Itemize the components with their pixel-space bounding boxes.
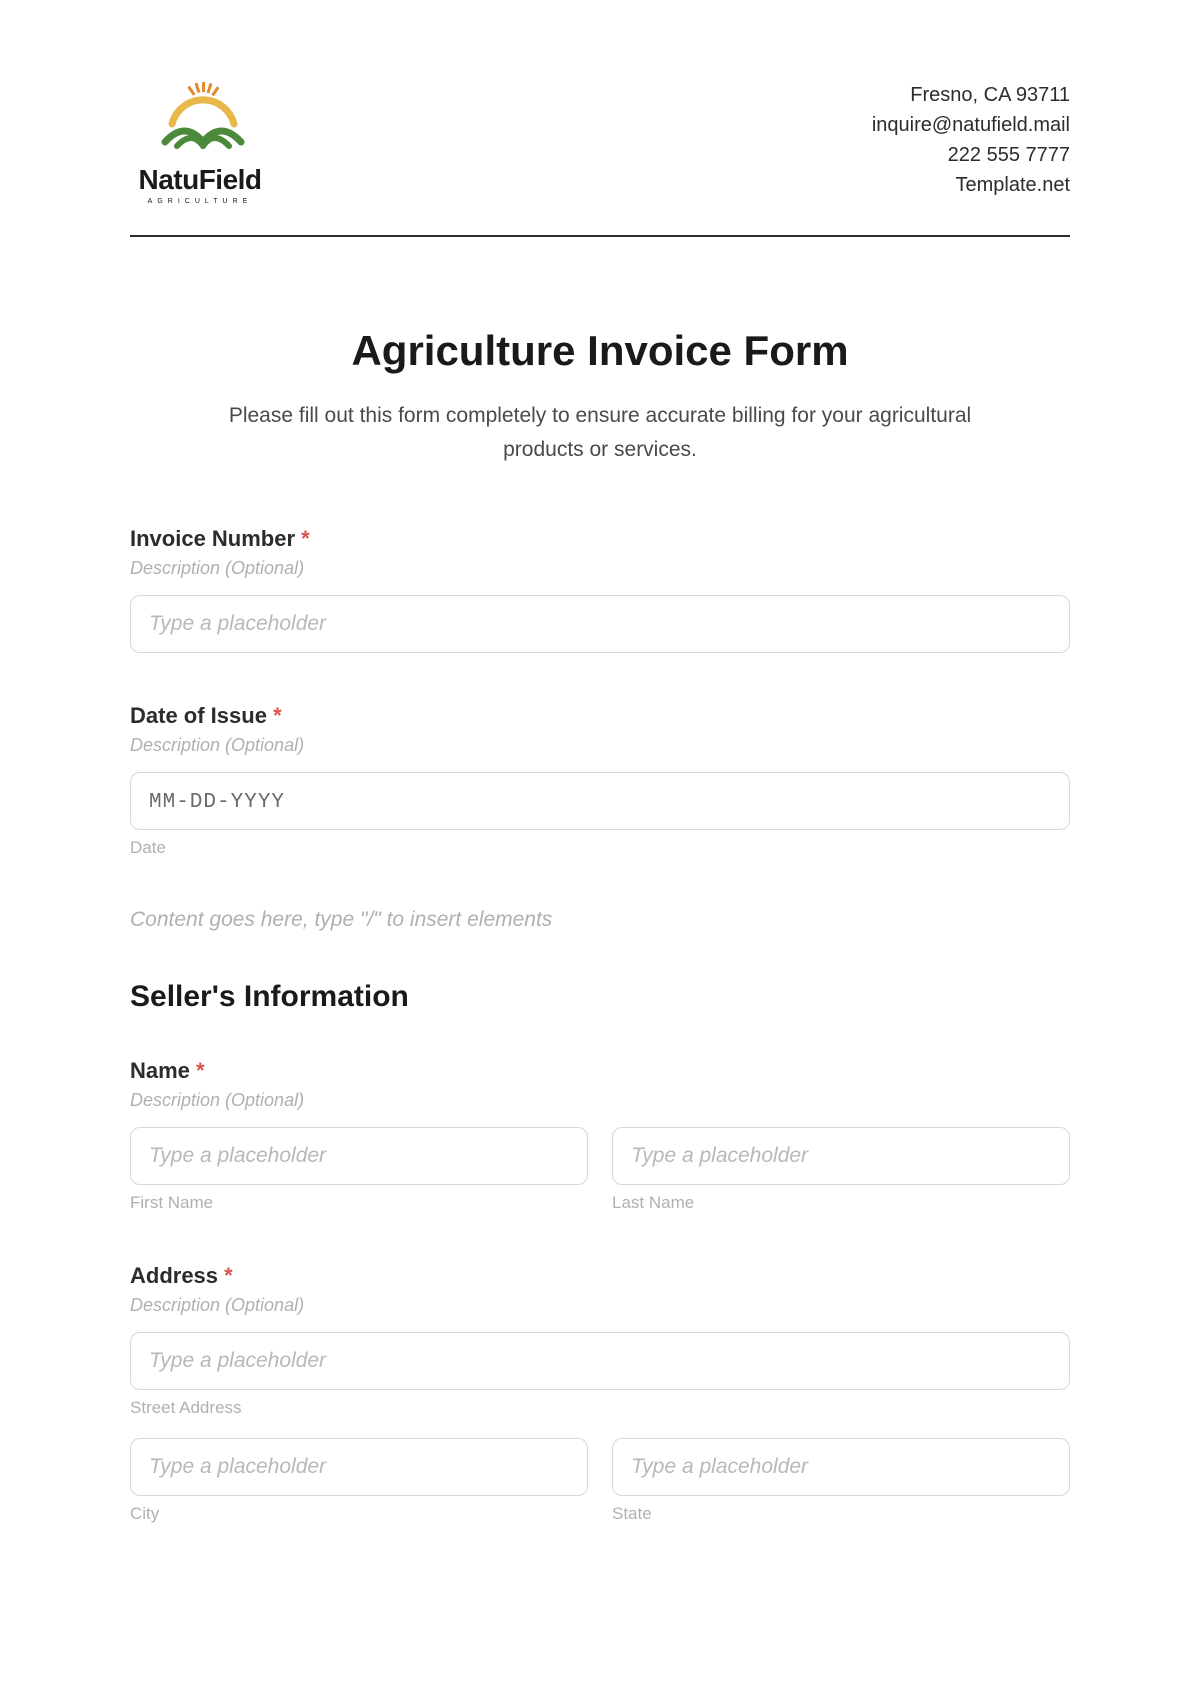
date-sublabel: Date xyxy=(130,838,1070,858)
state-input[interactable] xyxy=(612,1438,1070,1496)
street-sublabel: Street Address xyxy=(130,1398,1070,1418)
contact-phone: 222 555 7777 xyxy=(872,140,1070,170)
first-name-sublabel: First Name xyxy=(130,1193,588,1213)
contact-info: Fresno, CA 93711 inquire@natufield.mail … xyxy=(872,80,1070,200)
seller-section-heading: Seller's Information xyxy=(130,980,1070,1014)
required-mark: * xyxy=(196,1058,205,1083)
state-sublabel: State xyxy=(612,1504,1070,1524)
contact-site: Template.net xyxy=(872,170,1070,200)
date-input[interactable] xyxy=(130,772,1070,830)
page-header: NatuField AGRICULTURE Fresno, CA 93711 i… xyxy=(130,80,1070,237)
field-invoice-number: Invoice Number * Description (Optional) xyxy=(130,526,1070,653)
required-mark: * xyxy=(301,526,310,551)
address-label: Address * xyxy=(130,1263,1070,1289)
invoice-number-input[interactable] xyxy=(130,595,1070,653)
contact-city: Fresno, CA 93711 xyxy=(872,80,1070,110)
brand-subtitle: AGRICULTURE xyxy=(148,198,253,205)
field-date-of-issue: Date of Issue * Description (Optional) D… xyxy=(130,703,1070,858)
required-mark: * xyxy=(273,703,282,728)
content-insert-hint[interactable]: Content goes here, type "/" to insert el… xyxy=(130,908,1070,932)
logo-icon xyxy=(130,80,270,160)
invoice-number-desc: Description (Optional) xyxy=(130,558,1070,579)
page-subtitle: Please fill out this form completely to … xyxy=(190,399,1010,466)
field-name: Name * Description (Optional) First Name… xyxy=(130,1058,1070,1213)
contact-email: inquire@natufield.mail xyxy=(872,110,1070,140)
required-mark: * xyxy=(224,1263,233,1288)
field-address: Address * Description (Optional) Street … xyxy=(130,1263,1070,1524)
date-desc: Description (Optional) xyxy=(130,735,1070,756)
name-desc: Description (Optional) xyxy=(130,1090,1070,1111)
logo-block: NatuField AGRICULTURE xyxy=(130,80,270,205)
street-address-input[interactable] xyxy=(130,1332,1070,1390)
last-name-sublabel: Last Name xyxy=(612,1193,1070,1213)
page-title: Agriculture Invoice Form xyxy=(130,327,1070,375)
address-desc: Description (Optional) xyxy=(130,1295,1070,1316)
brand-name: NatuField xyxy=(138,164,261,196)
name-label: Name * xyxy=(130,1058,1070,1084)
first-name-input[interactable] xyxy=(130,1127,588,1185)
city-input[interactable] xyxy=(130,1438,588,1496)
date-label: Date of Issue * xyxy=(130,703,1070,729)
invoice-number-label: Invoice Number * xyxy=(130,526,1070,552)
last-name-input[interactable] xyxy=(612,1127,1070,1185)
city-sublabel: City xyxy=(130,1504,588,1524)
